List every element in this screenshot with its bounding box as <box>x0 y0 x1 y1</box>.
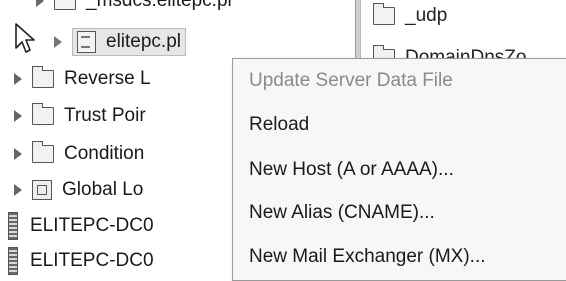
folder-icon <box>32 66 54 88</box>
tree-item-label: Global Lo <box>62 179 144 200</box>
server-icon <box>8 247 18 275</box>
menu-item-label: New Alias (CNAME)... <box>249 202 435 223</box>
tree-item-label: Reverse L <box>64 68 151 89</box>
tree-item-label: _msdcs.elitepc.pl <box>86 0 232 11</box>
tree-item-label: Condition <box>64 143 145 164</box>
expand-arrow-icon[interactable] <box>14 73 22 85</box>
menu-item-label: New Host (A or AAAA)... <box>249 159 454 180</box>
tree-item-label: ELITEPC-DC0 <box>30 250 154 271</box>
tree-item-elitepc[interactable]: elitepc.pl <box>54 27 186 57</box>
list-item-label: _udp <box>405 5 448 26</box>
mouse-pointer-icon <box>15 23 35 53</box>
tree-item-reverse-lookup[interactable]: Reverse L <box>14 64 151 94</box>
tree-item-label: ELITEPC-DC0 <box>30 215 154 236</box>
tree-item-conditional-forwarders[interactable]: Condition <box>14 139 144 169</box>
expand-arrow-icon[interactable] <box>14 184 22 196</box>
tree-item-label: elitepc.pl <box>106 31 181 52</box>
list-item[interactable]: _udp <box>373 2 447 30</box>
zone-icon <box>77 31 96 53</box>
selected-highlight[interactable]: elitepc.pl <box>72 28 186 56</box>
folder-icon <box>373 3 395 25</box>
menu-item-new-alias[interactable]: New Alias (CNAME)... <box>249 197 435 229</box>
menu-item-label: New Mail Exchanger (MX)... <box>249 246 486 267</box>
tree-item-label: Trust Poir <box>64 105 146 126</box>
expand-arrow-icon[interactable] <box>14 148 22 160</box>
expand-arrow-icon[interactable] <box>54 36 62 48</box>
server-icon <box>8 212 18 240</box>
tree-item-server-1[interactable]: ELITEPC-DC0 <box>8 211 154 241</box>
context-menu: Update Server Data File Reload New Host … <box>232 58 566 281</box>
folder-icon <box>32 103 54 125</box>
tree-item-trust-points[interactable]: Trust Poir <box>14 101 146 131</box>
menu-item-label: Update Server Data File <box>249 70 453 91</box>
tree-item-global-logs[interactable]: Global Lo <box>14 175 143 205</box>
log-icon <box>32 180 52 200</box>
folder-icon <box>32 141 54 163</box>
expand-arrow-icon[interactable] <box>36 0 44 7</box>
menu-item-update-server-data-file[interactable]: Update Server Data File <box>249 65 453 97</box>
tree-item-server-2[interactable]: ELITEPC-DC0 <box>8 246 154 276</box>
expand-arrow-icon[interactable] <box>14 110 22 122</box>
folder-icon <box>54 0 76 10</box>
menu-item-new-host[interactable]: New Host (A or AAAA)... <box>249 154 454 186</box>
menu-item-new-mail-exchanger[interactable]: New Mail Exchanger (MX)... <box>249 241 486 273</box>
menu-item-reload[interactable]: Reload <box>249 109 309 141</box>
menu-item-label: Reload <box>249 114 310 135</box>
tree-item-msdcs[interactable]: _msdcs.elitepc.pl <box>36 0 232 16</box>
